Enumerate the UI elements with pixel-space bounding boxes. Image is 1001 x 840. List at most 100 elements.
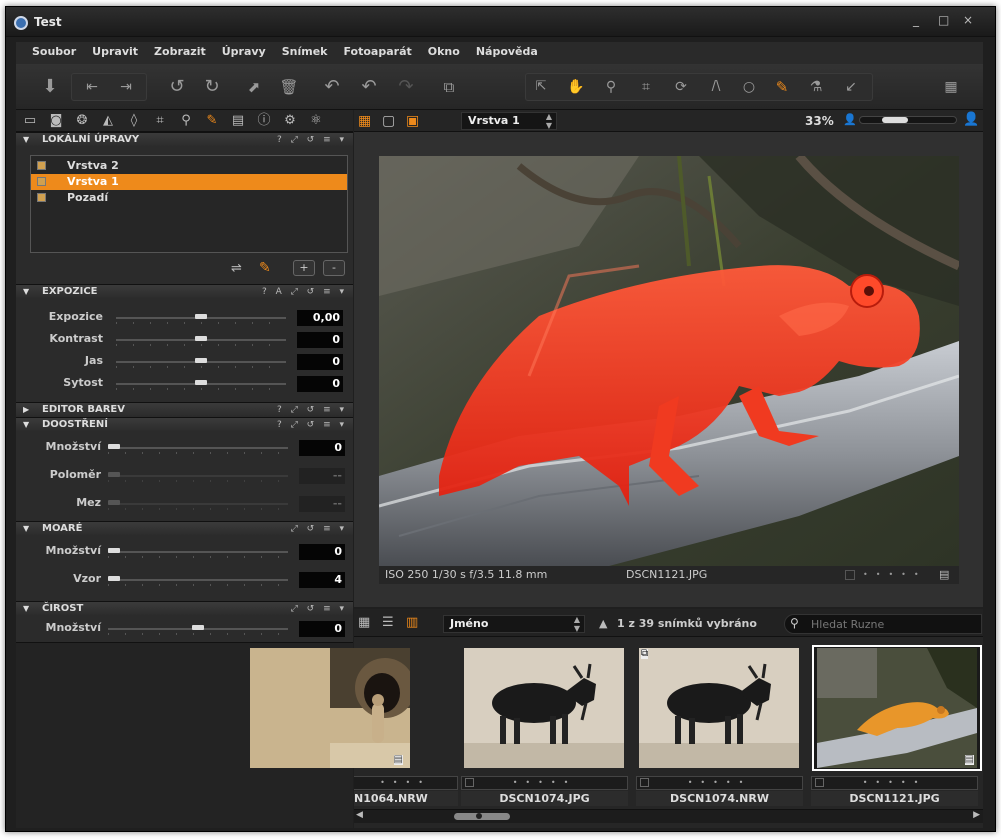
layer-checkbox[interactable]: [37, 193, 46, 202]
moire-amount-slider[interactable]: [108, 548, 288, 553]
contrast-slider[interactable]: [116, 336, 286, 341]
sharpening-threshold-slider[interactable]: [108, 500, 288, 505]
color-tab-icon[interactable]: ❂: [74, 113, 90, 129]
thumbnail[interactable]: ▤: [245, 645, 415, 771]
brightness-slider[interactable]: [116, 358, 286, 363]
spin-arrows-icon[interactable]: ▲ ▼: [574, 615, 580, 633]
layer-row[interactable]: Pozadí: [31, 190, 347, 206]
info-tab-icon[interactable]: ⓘ: [256, 113, 272, 129]
lens-tab-icon[interactable]: ◊: [126, 113, 142, 129]
capture-tab-icon[interactable]: ◙: [48, 113, 64, 129]
scroll-thumb[interactable]: [454, 813, 510, 820]
brush-tool-icon[interactable]: ✎: [769, 75, 795, 99]
menu-soubor[interactable]: Soubor: [24, 42, 84, 61]
redo-icon[interactable]: ↷: [393, 75, 419, 99]
filmstrip-view-icon[interactable]: ▥: [406, 615, 418, 630]
rotate-ccw-icon[interactable]: ↺: [164, 75, 190, 99]
maximize-button[interactable]: □: [938, 13, 949, 27]
sharpening-radius-value-field[interactable]: --: [299, 468, 345, 484]
thumbnail-selected[interactable]: ▤: [812, 645, 982, 771]
focus-view-icon[interactable]: ▣: [406, 113, 422, 129]
workspace-icon[interactable]: ▦: [938, 75, 964, 99]
contrast-value-field[interactable]: 0: [297, 332, 343, 348]
sort-select[interactable]: Jméno ▲ ▼: [443, 615, 585, 633]
expand-arrow-icon[interactable]: ▶: [23, 403, 29, 417]
thumbnail[interactable]: ⧉: [634, 645, 804, 771]
clarity-header[interactable]: ▼ ČIROST ⤢ ↺ ≡ ▾: [16, 601, 353, 615]
slider-knob[interactable]: [195, 314, 207, 319]
panel-header-icons[interactable]: ? ⤢ ↺ ≡ ▾: [277, 403, 347, 417]
slider-knob[interactable]: [108, 472, 120, 477]
select-checkbox[interactable]: [815, 778, 824, 787]
sharpening-radius-slider[interactable]: [108, 472, 288, 477]
scroll-right-icon[interactable]: ▶: [973, 810, 980, 820]
brush-icon[interactable]: ✎: [259, 260, 271, 276]
sharpening-threshold-value-field[interactable]: --: [299, 496, 345, 512]
collapse-arrow-icon[interactable]: ▼: [23, 602, 29, 616]
search-input[interactable]: Hledat Ruzne: [811, 618, 884, 631]
zoom-slider-knob[interactable]: [882, 117, 908, 123]
collapse-arrow-icon[interactable]: ▼: [23, 522, 29, 536]
slider-knob[interactable]: [108, 548, 120, 553]
scroll-left-icon[interactable]: ◀: [356, 810, 363, 820]
rotate-right-view-icon[interactable]: ⇥: [113, 75, 139, 99]
menu-zobrazit[interactable]: Zobrazit: [146, 42, 214, 61]
info-toggle-icon[interactable]: ▤: [939, 566, 949, 584]
rating-strip[interactable]: •••••: [461, 776, 628, 790]
rotate-tool-icon[interactable]: ⟳: [668, 75, 694, 99]
clarity-amount-slider[interactable]: [108, 625, 288, 630]
menu-upravit[interactable]: Upravit: [84, 42, 146, 61]
layer-row[interactable]: Vrstva 2: [31, 158, 347, 174]
panel-header-icons[interactable]: ? ⤢ ↺ ≡ ▾: [277, 133, 347, 147]
exposure-header[interactable]: ▼ EXPOZICE ? A ⤢ ↺ ≡ ▾: [16, 284, 353, 298]
close-button[interactable]: ×: [963, 13, 973, 27]
collapse-arrow-icon[interactable]: ▼: [23, 285, 29, 299]
trash-icon[interactable]: 🗑: [276, 75, 302, 99]
sharpening-header[interactable]: ▼ DOOSTŘENÍ ? ⤢ ↺ ≡ ▾: [16, 417, 353, 431]
add-layer-button[interactable]: +: [293, 260, 315, 276]
crop-tool-icon[interactable]: ⌗: [633, 75, 659, 99]
select-checkbox[interactable]: [640, 778, 649, 787]
select-tool-icon[interactable]: ⇱: [528, 75, 554, 99]
color-editor-header[interactable]: ▶ EDITOR BAREV ? ⤢ ↺ ≡ ▾: [16, 402, 353, 416]
panel-header-icons[interactable]: ? A ⤢ ↺ ≡ ▾: [262, 285, 347, 299]
brightness-value-field[interactable]: 0: [297, 354, 343, 370]
list-view-icon[interactable]: ☰: [382, 615, 394, 630]
moire-pattern-slider[interactable]: [108, 576, 288, 581]
spin-arrows-icon[interactable]: ▲ ▼: [546, 112, 552, 130]
menu-snimek[interactable]: Snímek: [274, 42, 336, 61]
layer-row-selected[interactable]: Vrstva 1: [31, 174, 347, 190]
single-view-icon[interactable]: ▢: [382, 113, 398, 129]
details-tab-icon[interactable]: ⚲: [178, 113, 194, 129]
panel-header-icons[interactable]: ⤢ ↺ ≡ ▾: [291, 522, 347, 536]
collapse-arrow-icon[interactable]: ▼: [23, 418, 29, 432]
panel-header-icons[interactable]: ? ⤢ ↺ ≡ ▾: [277, 418, 347, 432]
keystone-tool-icon[interactable]: /\: [703, 75, 729, 99]
slider-knob[interactable]: [195, 358, 207, 363]
slider-knob[interactable]: [108, 444, 120, 449]
thumbnail[interactable]: [459, 645, 629, 771]
spot-tool-icon[interactable]: ○: [736, 75, 762, 99]
zoom-tool-icon[interactable]: ⚲: [598, 75, 624, 99]
layer-checkbox[interactable]: [37, 161, 46, 170]
layer-select[interactable]: Vrstva 1 ▲ ▼: [461, 112, 557, 130]
select-checkbox[interactable]: [465, 778, 474, 787]
picker-tool-icon[interactable]: ⚗: [803, 75, 829, 99]
saturation-slider[interactable]: [116, 380, 286, 385]
sharpening-amount-slider[interactable]: [108, 444, 288, 449]
sharpening-amount-value-field[interactable]: 0: [299, 440, 345, 456]
exposure-slider[interactable]: [116, 314, 286, 319]
select-checkbox[interactable]: [845, 570, 855, 580]
multi-view-icon[interactable]: ⧉: [436, 75, 462, 99]
undo-icon[interactable]: ↶: [356, 75, 382, 99]
slider-knob[interactable]: [108, 576, 120, 581]
minimize-button[interactable]: _: [913, 13, 919, 27]
rotate-left-view-icon[interactable]: ⇤: [79, 75, 105, 99]
local-adjustments-tab-icon[interactable]: ✎: [204, 113, 220, 129]
slider-knob[interactable]: [195, 336, 207, 341]
menu-napoveda[interactable]: Nápověda: [468, 42, 546, 61]
slider-knob[interactable]: [195, 380, 207, 385]
browser-scrollbar[interactable]: ◀ ▶: [354, 809, 983, 823]
sort-direction-icon[interactable]: ▲: [599, 617, 607, 630]
zoom-in-person-icon[interactable]: 👤: [963, 112, 979, 127]
